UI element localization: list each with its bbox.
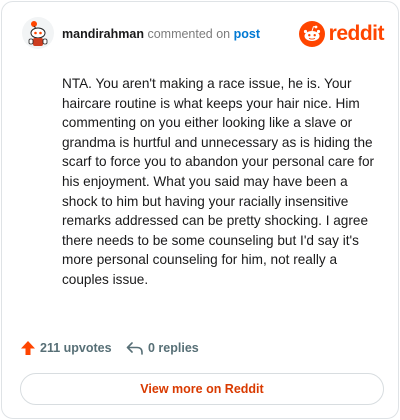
comment-embed-card: mandirahman commented on post reddit NTA…: [1, 1, 399, 419]
reply-arrow-icon: [126, 342, 143, 355]
reply-count: 0 replies: [148, 341, 199, 355]
comment-meta: mandirahman commented on post: [62, 27, 260, 41]
upvote-button[interactable]: 211 upvotes: [20, 340, 112, 356]
comment-header: mandirahman commented on post reddit: [22, 17, 385, 53]
reddit-logo[interactable]: reddit: [298, 19, 385, 49]
upvote-count: 211 upvotes: [40, 341, 112, 355]
post-link[interactable]: post: [234, 27, 260, 41]
reddit-wordmark: reddit: [328, 22, 385, 45]
username-link[interactable]: mandirahman: [62, 27, 144, 41]
reddit-snoo-icon: [298, 21, 325, 47]
comment-body: NTA. You aren't making a race issue, he …: [62, 76, 375, 287]
replies-button[interactable]: 0 replies: [126, 340, 199, 356]
action-text: commented on: [147, 27, 231, 41]
upvote-arrow-icon: [21, 341, 35, 355]
snoo-avatar-icon[interactable]: [22, 17, 54, 49]
view-more-button[interactable]: View more on Reddit: [20, 373, 384, 405]
comment-actions: 211 upvotes 0 replies: [20, 340, 380, 360]
